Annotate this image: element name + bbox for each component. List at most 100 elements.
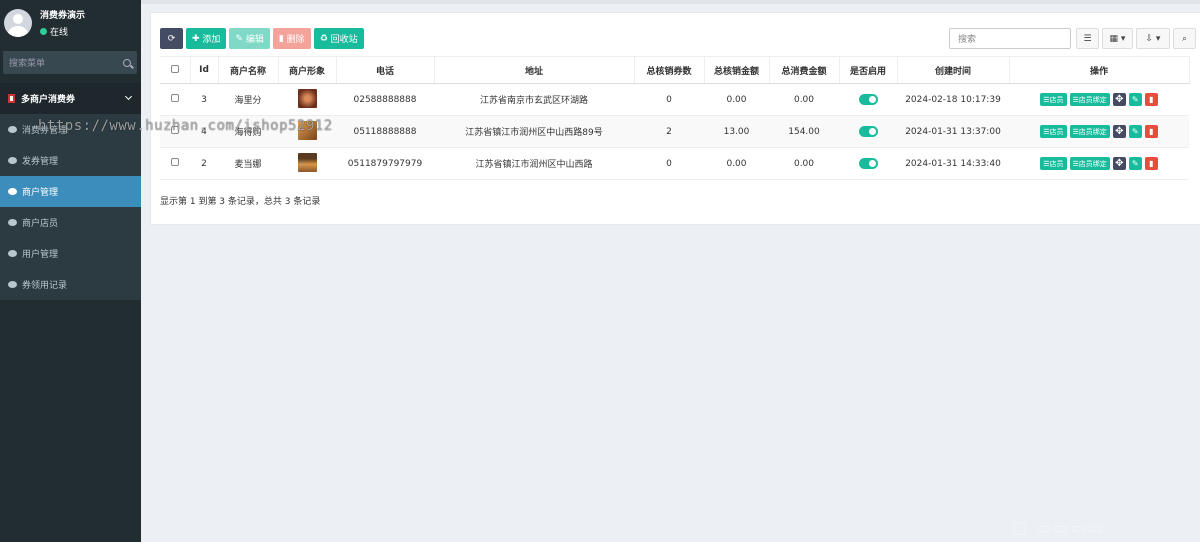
search-icon[interactable] <box>123 58 131 67</box>
column-header[interactable]: 创建时间 <box>897 56 1010 84</box>
recycle-label: 回收站 <box>330 35 358 45</box>
cell-name: 麦当娜 <box>218 147 278 180</box>
sidebar-group-coupons[interactable]: 多商户消费券 <box>0 83 141 114</box>
edit-button[interactable]: ✎ 编辑 <box>229 28 270 49</box>
sidebar-item-label: 券领用记录 <box>22 281 68 291</box>
column-header[interactable]: 商户名称 <box>218 56 279 84</box>
staff-label: 店员 <box>1049 127 1064 136</box>
trash-icon: ▮ <box>278 33 287 44</box>
sidebar-item-issue-manage[interactable]: 发券管理 <box>0 145 141 176</box>
merchant-image[interactable] <box>297 88 317 108</box>
cell-id: 3 <box>190 83 218 116</box>
columns-button[interactable]: ▦ ▾ <box>1102 28 1133 49</box>
cell-phone: 05118888888 <box>336 115 434 148</box>
cell-name: 海里分 <box>218 83 278 116</box>
delete-row-button[interactable]: ▮ <box>1144 157 1158 170</box>
staff-bind-button[interactable]: ☰ 店员绑定 <box>1069 93 1110 106</box>
cell-spent: 0.00 <box>769 83 839 116</box>
edit-row-button[interactable]: ✎ <box>1128 157 1142 170</box>
magnifier-icon: ⌕ <box>1181 33 1188 44</box>
grid-icon: ▦ ▾ <box>1109 33 1126 44</box>
drag-button[interactable]: ✥ <box>1112 125 1126 138</box>
staff-bind-button[interactable]: ☰ 店员绑定 <box>1069 125 1110 138</box>
table-search-placeholder: 搜索 <box>958 35 977 45</box>
staff-button[interactable]: ☰ 店员 <box>1040 93 1067 106</box>
sidebar-item-merchant-manage[interactable]: 商户管理 <box>0 176 141 207</box>
staff-bind-button[interactable]: ☰ 店员绑定 <box>1069 157 1110 170</box>
cell-address: 江苏省镇江市润州区中山西路 <box>434 147 634 180</box>
column-header[interactable]: Id <box>190 56 219 84</box>
column-header[interactable]: 总核销金额 <box>704 56 770 84</box>
pencil-icon: ✎ <box>1131 95 1139 104</box>
cell-address: 江苏省镇江市润州区中山西路89号 <box>434 115 634 148</box>
pencil-icon: ✎ <box>1131 127 1139 136</box>
column-header[interactable]: 是否启用 <box>839 56 898 84</box>
merchant-image[interactable] <box>297 152 317 172</box>
sidebar-item-merchant-staff[interactable]: 商户店员 <box>0 207 141 238</box>
enabled-toggle[interactable] <box>858 158 878 169</box>
cell-phone: 0511879797979 <box>336 147 434 180</box>
menu-search-placeholder: 搜索菜单 <box>9 59 46 69</box>
list-icon: ☰ <box>1083 33 1092 44</box>
column-header[interactable]: 电话 <box>336 56 435 84</box>
table-row: 2 麦当娜 0511879797979 江苏省镇江市润州区中山西路 0 0.00… <box>160 147 1189 180</box>
select-all-cell <box>160 56 191 84</box>
move-icon: ✥ <box>1115 126 1124 137</box>
sidebar-item-label: 商户店员 <box>22 219 59 229</box>
cell-address: 江苏省南京市玄武区环湖路 <box>434 83 634 116</box>
trash-icon: ▮ <box>1149 95 1154 104</box>
toggle-view-button[interactable]: ☰ <box>1076 28 1099 49</box>
enabled-toggle[interactable] <box>858 126 878 137</box>
cell-count: 2 <box>634 115 704 148</box>
cell-created: 2024-02-18 10:17:39 <box>897 83 1009 116</box>
recycle-bin-button[interactable]: ♻ 回收站 <box>313 28 364 49</box>
advanced-search-button[interactable]: ⌕ <box>1173 28 1196 49</box>
user-name: 消费券演示 <box>40 10 86 21</box>
pencil-icon: ✎ <box>1131 159 1139 168</box>
row-checkbox[interactable] <box>171 94 179 102</box>
table-search-input[interactable]: 搜索 <box>949 28 1071 49</box>
column-header[interactable]: 地址 <box>434 56 635 84</box>
drag-button[interactable]: ✥ <box>1112 93 1126 106</box>
staff-label: 店员 <box>1049 95 1064 104</box>
column-header[interactable]: 商户形象 <box>278 56 337 84</box>
drag-button[interactable]: ✥ <box>1112 157 1126 170</box>
enabled-toggle[interactable] <box>858 94 878 105</box>
menu-search-input[interactable]: 搜索菜单 <box>3 51 137 74</box>
edit-row-button[interactable]: ✎ <box>1128 125 1142 138</box>
cell-count: 0 <box>634 147 704 180</box>
watermark: https://www.huzhan.com/ishop52912 <box>38 118 333 134</box>
corner-logo: ▢ ▭▭▭▭ <box>1012 518 1106 537</box>
column-header[interactable]: 总消费金额 <box>769 56 840 84</box>
trash-icon: ▮ <box>1149 127 1154 136</box>
chevron-down-icon <box>124 92 133 101</box>
cell-id: 2 <box>190 147 218 180</box>
row-checkbox[interactable] <box>171 158 179 166</box>
delete-row-button[interactable]: ▮ <box>1144 93 1158 106</box>
delete-row-button[interactable]: ▮ <box>1144 125 1158 138</box>
row-actions: ☰ 店员 ☰ 店员绑定 ✥ ✎ ▮ <box>1009 157 1189 170</box>
top-bar <box>141 0 1200 4</box>
sidebar-item-user-manage[interactable]: 用户管理 <box>0 238 141 269</box>
select-all-checkbox[interactable] <box>170 64 179 73</box>
online-dot-icon <box>40 27 47 35</box>
staff-button[interactable]: ☰ 店员 <box>1040 125 1067 138</box>
staff-bind-label: 店员绑定 <box>1078 95 1107 104</box>
comment-icon <box>8 157 17 164</box>
add-button[interactable]: ✚ 添加 <box>186 28 227 49</box>
comment-icon <box>8 188 17 195</box>
refresh-button[interactable]: ⟳ <box>160 28 183 49</box>
edit-row-button[interactable]: ✎ <box>1128 93 1142 106</box>
cell-verified: 13.00 <box>704 115 769 148</box>
comment-icon <box>8 250 17 257</box>
delete-button[interactable]: ▮ 删除 <box>272 28 311 49</box>
column-header[interactable]: 总核销券数 <box>634 56 705 84</box>
sidebar-item-coupon-records[interactable]: 券领用记录 <box>0 269 141 300</box>
export-button[interactable]: ⇩ ▾ <box>1136 28 1170 49</box>
row-actions: ☰ 店员 ☰ 店员绑定 ✥ ✎ ▮ <box>1009 125 1189 138</box>
cell-created: 2024-01-31 14:33:40 <box>897 147 1009 180</box>
comment-icon <box>8 126 17 133</box>
sidebar-item-label: 发券管理 <box>22 157 59 167</box>
staff-button[interactable]: ☰ 店员 <box>1040 157 1067 170</box>
move-icon: ✥ <box>1115 94 1124 105</box>
